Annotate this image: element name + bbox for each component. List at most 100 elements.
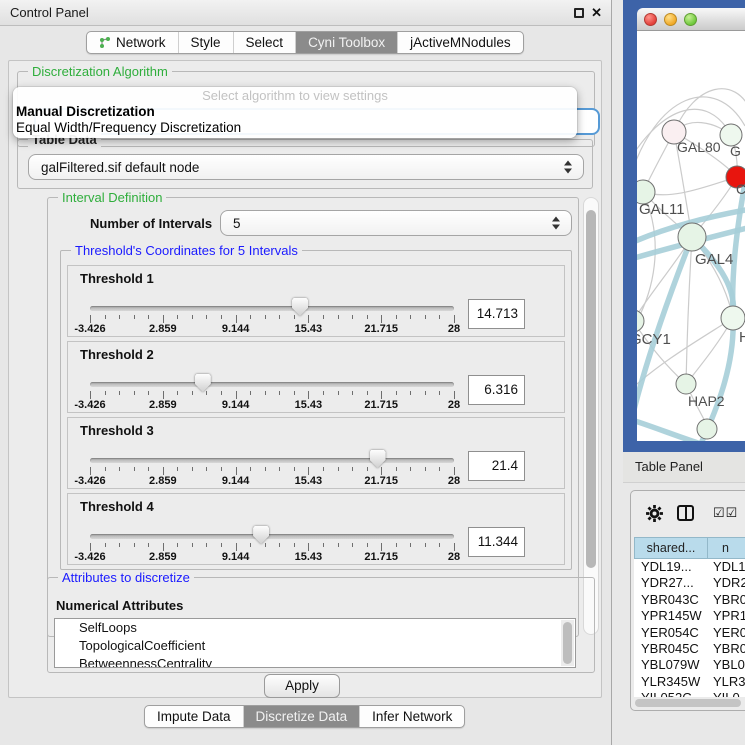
threshold-label: Threshold 1: [80, 271, 154, 286]
table-row[interactable]: YDR27...YDR2: [634, 575, 745, 591]
threshold-value-field[interactable]: 11.344: [468, 527, 525, 557]
table-row[interactable]: YBR043CYBR0: [634, 592, 745, 608]
tab-impute-data[interactable]: Impute Data: [145, 706, 243, 727]
tab-select[interactable]: Select: [233, 32, 296, 53]
slider-tick-labels: -3.4262.8599.14415.4321.71528: [90, 475, 454, 487]
network-node-label: GAL4: [695, 251, 733, 268]
thresholds-group: Threshold's Coordinates for 5 Intervals …: [60, 250, 572, 570]
network-edge-thick: [637, 419, 745, 441]
bottom-tab-bar: Impute Data Discretize Data Infer Networ…: [144, 705, 465, 728]
network-node-label: GAL11: [639, 201, 685, 218]
threshold-panel: Threshold 4 -3.4262.8599.14415.4321.7152…: [67, 493, 565, 565]
threshold-label: Threshold 3: [80, 423, 154, 438]
column-header-name[interactable]: n: [708, 537, 745, 559]
network-node-label: H: [739, 329, 745, 346]
tab-network-label: Network: [116, 32, 166, 54]
network-node[interactable]: [721, 306, 745, 330]
table-panel-title: Table Panel: [635, 452, 703, 482]
algorithm-placeholder-option[interactable]: Select algorithm to view settings: [13, 87, 577, 104]
number-of-intervals-value: 5: [233, 211, 241, 236]
close-window-icon[interactable]: [644, 13, 657, 26]
network-edge: [643, 177, 737, 195]
network-view-window: GAL80GCGAL11GAL4GCY1HHAP2: [623, 0, 745, 452]
network-node[interactable]: [637, 310, 644, 332]
tab-network[interactable]: Network: [87, 32, 178, 53]
tab-infer-network[interactable]: Infer Network: [359, 706, 464, 727]
gear-icon[interactable]: [645, 504, 664, 528]
vertical-scrollbar[interactable]: [583, 197, 599, 635]
control-panel: Control Panel ✕ Network Style Select Cyn…: [0, 0, 612, 745]
table-row[interactable]: YDL19...YDL1: [634, 559, 745, 575]
interval-definition-group-title: Interval Definition: [58, 190, 166, 205]
control-panel-titlebar: Control Panel ✕: [0, 0, 611, 26]
slider-track[interactable]: [90, 458, 454, 463]
attribute-item[interactable]: TopologicalCoefficient: [55, 637, 575, 655]
column-header-shared-name[interactable]: shared...: [634, 537, 708, 559]
checkbox-icons[interactable]: ☑☑: [713, 505, 738, 521]
threshold-label: Threshold 2: [80, 347, 154, 362]
tab-cyni-toolbox[interactable]: Cyni Toolbox: [295, 32, 397, 53]
close-icon[interactable]: ✕: [591, 5, 602, 21]
discretization-algorithm-group-title: Discretization Algorithm: [28, 64, 172, 79]
number-of-intervals-label: Number of Intervals: [90, 216, 212, 231]
cyni-toolbox-panel: Discretization Algorithm Select algorith…: [8, 60, 602, 698]
network-node-label: G: [730, 143, 741, 159]
table-row[interactable]: YPR145WYPR1: [634, 608, 745, 624]
table-row[interactable]: YLR345WYLR3: [634, 674, 745, 690]
table-row[interactable]: YIL052CYIL0: [634, 690, 745, 697]
attribute-items: SelfLoopsTopologicalCoefficientBetweenne…: [55, 619, 575, 668]
combo-stepper-icon: [564, 161, 572, 174]
slider-handle[interactable]: [292, 298, 308, 316]
threshold-value-field[interactable]: 21.4: [468, 451, 525, 481]
slider-handle[interactable]: [195, 374, 211, 392]
apply-button[interactable]: Apply: [264, 674, 340, 698]
attribute-item[interactable]: BetweennessCentrality: [55, 655, 575, 668]
network-node[interactable]: [676, 374, 696, 394]
scrollbar-thumb[interactable]: [586, 210, 596, 568]
table-row[interactable]: YBL079WYBL0: [634, 657, 745, 673]
float-window-icon[interactable]: [574, 8, 584, 18]
slider-track[interactable]: [90, 306, 454, 311]
horizontal-scrollbar[interactable]: [635, 699, 741, 707]
threshold-panel: Threshold 2 -3.4262.8599.14415.4321.7152…: [67, 341, 565, 413]
threshold-value-field[interactable]: 14.713: [468, 299, 525, 329]
slider-handle[interactable]: [253, 526, 269, 544]
scrollbar-thumb[interactable]: [563, 622, 572, 664]
network-tab-icon: [99, 36, 111, 50]
slider-track[interactable]: [90, 382, 454, 387]
table-column-headers: shared... n: [634, 537, 745, 559]
minimize-window-icon[interactable]: [664, 13, 677, 26]
split-view-icon[interactable]: [677, 505, 694, 521]
attributes-group: Attributes to discretize Numerical Attri…: [47, 577, 595, 673]
table-data-select[interactable]: galFiltered.sif default node: [28, 154, 584, 180]
option-manual-discretization[interactable]: Manual Discretization: [13, 104, 577, 120]
table-rows: YDL19...YDL1YDR27...YDR2YBR043CYBR0YPR14…: [634, 559, 745, 697]
table-data-group: Table Data galFiltered.sif default node: [17, 139, 593, 189]
combo-stepper-icon: [552, 217, 560, 230]
network-canvas[interactable]: GAL80GCGAL11GAL4GCY1HHAP2: [637, 31, 745, 441]
slider-track[interactable]: [90, 534, 454, 539]
numerical-attributes-label: Numerical Attributes: [56, 598, 183, 613]
attribute-item[interactable]: SelfLoops: [55, 619, 575, 637]
network-node-label: C: [736, 181, 745, 197]
numerical-attributes-list[interactable]: SelfLoopsTopologicalCoefficientBetweenne…: [54, 618, 576, 668]
window-traffic-lights: [644, 13, 697, 26]
slider-tick-labels: -3.4262.8599.14415.4321.71528: [90, 323, 454, 335]
control-panel-title: Control Panel: [10, 0, 89, 25]
list-vertical-scrollbar[interactable]: [561, 620, 574, 666]
table-row[interactable]: YBR045CYBR0: [634, 641, 745, 657]
tab-discretize-data[interactable]: Discretize Data: [243, 706, 360, 727]
option-equal-width-frequency[interactable]: Equal Width/Frequency Discretization: [13, 120, 577, 136]
network-node[interactable]: [678, 223, 706, 251]
table-row[interactable]: YER054CYER0: [634, 625, 745, 641]
threshold-value-field[interactable]: 6.316: [468, 375, 525, 405]
network-node-label: HAP2: [688, 393, 725, 409]
zoom-window-icon[interactable]: [684, 13, 697, 26]
slider-handle[interactable]: [370, 450, 386, 468]
slider-tick-labels: -3.4262.8599.14415.4321.71528: [90, 399, 454, 411]
network-node[interactable]: [697, 419, 717, 439]
number-of-intervals-select[interactable]: 5: [220, 210, 572, 236]
tab-style[interactable]: Style: [178, 32, 233, 53]
tab-jactivemnodules[interactable]: jActiveMNodules: [397, 32, 523, 53]
threshold-panel: Threshold 3 -3.4262.8599.14415.4321.7152…: [67, 417, 565, 489]
